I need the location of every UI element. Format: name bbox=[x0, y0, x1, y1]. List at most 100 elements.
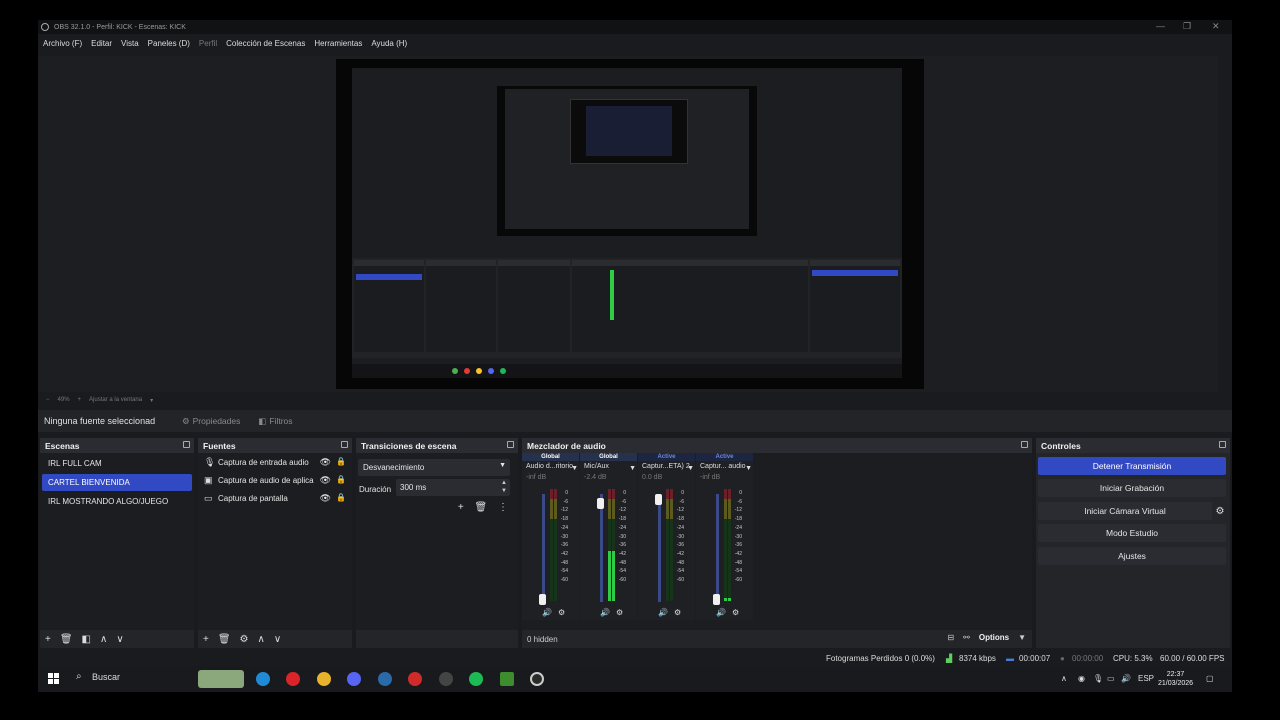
menu-editar[interactable]: Editar bbox=[91, 39, 112, 48]
tray-icon[interactable]: ◉ bbox=[1078, 674, 1085, 683]
volume-fader[interactable] bbox=[716, 494, 719, 602]
menu-coleccion-escenas[interactable]: Colección de Escenas bbox=[226, 39, 305, 48]
start-recording-button[interactable]: Iniciar Grabación bbox=[1038, 479, 1226, 497]
start-virtual-camera-button[interactable]: Iniciar Cámara Virtual bbox=[1038, 502, 1212, 520]
scene-item-active[interactable]: CARTEL BIENVENIDA bbox=[42, 474, 192, 491]
add-scene-icon[interactable]: + bbox=[45, 634, 51, 645]
channel-name[interactable]: Audio d...ritorio ▼ bbox=[522, 461, 579, 473]
chrome-icon[interactable] bbox=[317, 672, 331, 686]
filter-icon[interactable]: ◧ bbox=[82, 634, 91, 645]
trash-icon[interactable]: 🗑 bbox=[475, 502, 488, 513]
zoom-fit-select[interactable]: Ajustar a la ventana bbox=[89, 397, 142, 403]
chevron-down-icon[interactable]: ▾ bbox=[150, 397, 153, 404]
steam-icon[interactable] bbox=[378, 672, 392, 686]
minimize-button[interactable]: — bbox=[1156, 21, 1165, 31]
move-down-icon[interactable]: ∨ bbox=[116, 634, 123, 645]
discord-icon[interactable] bbox=[347, 672, 361, 686]
menu-perfil[interactable]: Perfil bbox=[199, 39, 217, 48]
windows-start-icon[interactable] bbox=[48, 673, 59, 684]
chevron-down-icon[interactable]: ▼ bbox=[629, 463, 636, 475]
dock-menu-icon[interactable] bbox=[341, 441, 348, 448]
volume-fader[interactable] bbox=[658, 494, 661, 602]
eye-icon[interactable]: 👁 bbox=[320, 493, 331, 504]
scene-item[interactable]: IRL FULL CAM bbox=[42, 455, 192, 472]
zoom-in-button[interactable]: + bbox=[78, 397, 82, 403]
zoom-out-button[interactable]: − bbox=[46, 397, 50, 403]
move-up-icon[interactable]: ∧ bbox=[258, 634, 265, 645]
channel-name[interactable]: Captur... audio ▼ bbox=[696, 461, 753, 473]
move-down-icon[interactable]: ∨ bbox=[274, 634, 281, 645]
more-icon[interactable]: ⋮ bbox=[498, 502, 508, 513]
eye-icon[interactable]: 👁 bbox=[320, 475, 331, 486]
lock-icon[interactable]: 🔒 bbox=[336, 475, 346, 484]
program-preview[interactable] bbox=[336, 59, 924, 389]
chevron-down-icon[interactable]: ▼ bbox=[745, 463, 752, 475]
scene-item[interactable]: IRL MOSTRANDO ALGO/JUEGO bbox=[42, 493, 192, 510]
obs-taskbar-icon[interactable] bbox=[530, 672, 544, 686]
app-icon[interactable] bbox=[408, 672, 422, 686]
transition-select[interactable]: Desvanecimiento ▼ bbox=[358, 459, 510, 476]
epic-icon[interactable] bbox=[439, 672, 453, 686]
menu-herramientas[interactable]: Herramientas bbox=[314, 39, 362, 48]
options-button[interactable]: Options bbox=[979, 633, 1009, 642]
fader-knob[interactable] bbox=[713, 594, 720, 605]
volume-icon[interactable]: 🔊 bbox=[542, 608, 552, 617]
channel-name[interactable]: Captur...ETA) 2 ▼ bbox=[638, 461, 695, 473]
chevron-down-icon[interactable]: ▼ bbox=[687, 463, 694, 475]
dock-menu-icon[interactable] bbox=[1219, 441, 1226, 448]
lock-icon[interactable]: 🔒 bbox=[336, 457, 346, 466]
dock-menu-icon[interactable] bbox=[1021, 441, 1028, 448]
properties-button[interactable]: ⚙ Propiedades bbox=[176, 413, 246, 429]
clock[interactable]: 22:37 21/03/2026 bbox=[1158, 670, 1193, 688]
source-item[interactable]: ▭ Captura de pantalla 👁 🔒 bbox=[198, 489, 352, 507]
source-item[interactable]: 🎙 Captura de entrada audio 👁 🔒 bbox=[198, 453, 352, 471]
headphones-icon[interactable]: ⚙ bbox=[732, 608, 739, 617]
menu-archivo[interactable]: Archivo (F) bbox=[43, 39, 82, 48]
headphones-icon[interactable]: ⚙ bbox=[674, 608, 681, 617]
channel-name[interactable]: Mic/Aux ▼ bbox=[580, 461, 637, 473]
stop-stream-button[interactable]: Detener Transmisión bbox=[1038, 457, 1226, 475]
mic-icon[interactable]: 🎙 bbox=[1093, 674, 1103, 683]
tray-chevron-icon[interactable]: ∧ bbox=[1061, 674, 1067, 683]
trash-icon[interactable]: 🗑 bbox=[60, 634, 73, 645]
spotify-icon[interactable] bbox=[469, 672, 483, 686]
volume-icon[interactable]: 🔊 bbox=[716, 608, 726, 617]
volume-icon[interactable]: 🔊 bbox=[600, 608, 610, 617]
gear-icon[interactable]: ⚙ bbox=[240, 634, 249, 645]
notification-icon[interactable]: ▢ bbox=[1206, 674, 1214, 683]
spinner-icon[interactable]: ▲ ▼ bbox=[501, 479, 507, 495]
fader-knob[interactable] bbox=[655, 494, 662, 505]
volume-fader[interactable] bbox=[542, 494, 545, 602]
studio-mode-button[interactable]: Modo Estudio bbox=[1038, 524, 1226, 542]
add-source-icon[interactable]: + bbox=[203, 634, 209, 645]
taskbar-search[interactable]: Buscar bbox=[92, 672, 120, 682]
duration-input[interactable]: 300 ms ▲ ▼ bbox=[396, 479, 510, 496]
settings-button[interactable]: Ajustes bbox=[1038, 547, 1226, 565]
source-item[interactable]: ▣ Captura de audio de aplica 👁 🔒 bbox=[198, 471, 352, 489]
fader-knob[interactable] bbox=[539, 594, 546, 605]
headphones-icon[interactable]: ⚙ bbox=[558, 608, 565, 617]
dock-menu-icon[interactable] bbox=[507, 441, 514, 448]
headphones-icon[interactable]: ⚙ bbox=[616, 608, 623, 617]
chevron-down-icon[interactable]: ▼ bbox=[571, 463, 578, 475]
menu-ayuda[interactable]: Ayuda (H) bbox=[371, 39, 407, 48]
edge-icon[interactable] bbox=[256, 672, 270, 686]
volume-fader[interactable] bbox=[600, 494, 603, 602]
gear-icon[interactable]: ⚙ bbox=[1214, 502, 1226, 520]
fader-knob[interactable] bbox=[597, 498, 604, 509]
layout-icon[interactable]: ⊟ bbox=[947, 633, 954, 642]
add-icon[interactable]: + bbox=[458, 502, 464, 513]
minecraft-icon[interactable] bbox=[500, 672, 514, 686]
maximize-button[interactable]: ❐ bbox=[1183, 21, 1191, 32]
opera-icon[interactable] bbox=[286, 672, 300, 686]
close-button[interactable]: ✕ bbox=[1212, 21, 1220, 32]
menu-paneles[interactable]: Paneles (D) bbox=[148, 39, 190, 48]
filters-button[interactable]: ◧ Filtros bbox=[252, 413, 298, 429]
chevron-down-icon[interactable]: ▼ bbox=[1018, 633, 1026, 642]
volume-icon[interactable]: 🔊 bbox=[658, 608, 668, 617]
dock-menu-icon[interactable] bbox=[183, 441, 190, 448]
move-up-icon[interactable]: ∧ bbox=[100, 634, 107, 645]
eye-icon[interactable]: 👁 bbox=[320, 457, 331, 468]
menu-vista[interactable]: Vista bbox=[121, 39, 139, 48]
language-indicator[interactable]: ESP bbox=[1138, 674, 1154, 683]
